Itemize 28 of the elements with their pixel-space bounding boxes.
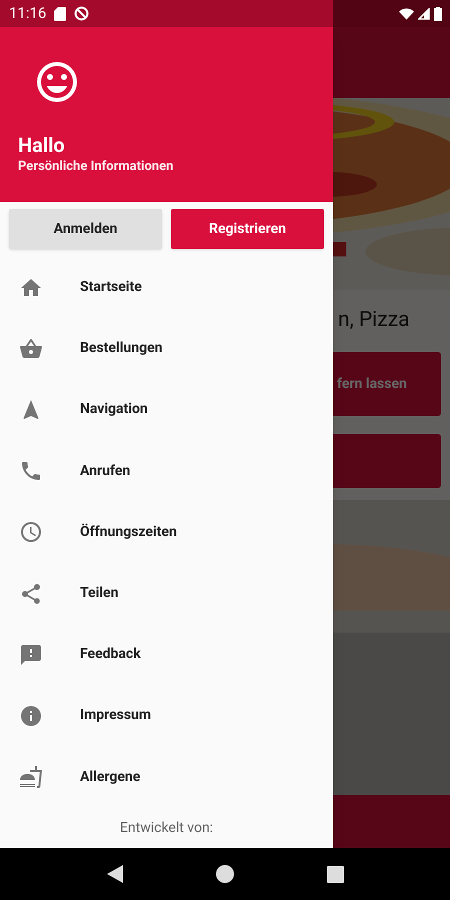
heading-text: n, Pizza <box>338 307 410 334</box>
battery-icon <box>434 6 442 20</box>
signal-icon <box>418 8 430 20</box>
basket-icon <box>19 336 43 361</box>
subtitle-text: Persönliche Informationen <box>18 158 174 176</box>
sd-card-icon <box>54 6 66 20</box>
clock-icon <box>19 520 43 544</box>
drawer-item[interactable]: Teilen <box>0 562 333 624</box>
drawer-item[interactable]: Allergene <box>0 746 333 808</box>
feedback-icon <box>19 642 43 667</box>
burger-drink-icon <box>19 765 43 790</box>
developer-credit: Entwickelt von: <box>118 818 214 838</box>
back-icon[interactable] <box>106 865 122 883</box>
wifi-icon <box>399 8 414 20</box>
drawer-item[interactable]: Startseite <box>0 257 333 318</box>
register-button[interactable]: Registrieren <box>171 209 324 249</box>
status-time: 11:16 <box>9 3 46 24</box>
drawer-item[interactable]: Feedback <box>0 624 333 686</box>
blocked-icon <box>74 6 90 21</box>
drawer-item[interactable]: Öffnungszeiten <box>0 502 333 563</box>
greeting-text: Hallo <box>18 132 66 158</box>
login-button[interactable]: Anmelden <box>9 209 162 249</box>
share-icon <box>19 582 43 606</box>
drawer-item[interactable]: Impressum <box>0 685 333 746</box>
recents-icon[interactable] <box>326 866 344 882</box>
home-button-icon[interactable] <box>216 865 234 883</box>
info-icon <box>19 704 43 728</box>
drawer-item[interactable]: Anrufen <box>0 440 333 502</box>
